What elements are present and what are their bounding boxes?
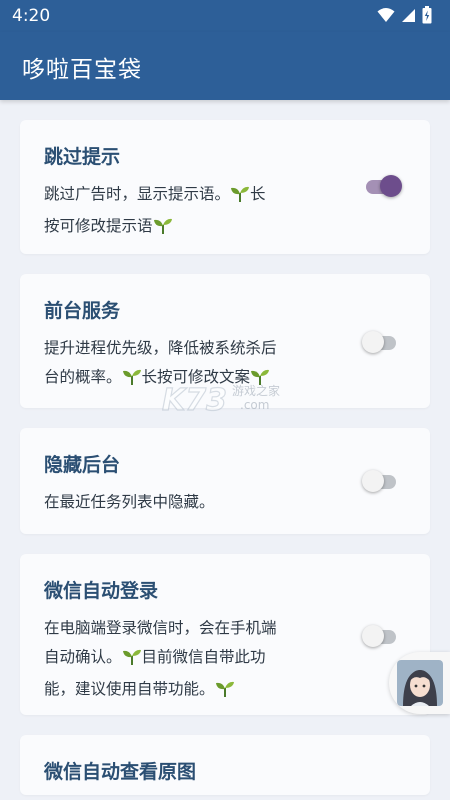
watermark: K73 游戏之家 .com	[161, 378, 292, 424]
setting-card-wechat-view-original[interactable]: 微信自动查看原图	[20, 735, 430, 795]
app-bar: 哆啦百宝袋	[0, 32, 450, 100]
setting-title: 微信自动登录	[44, 580, 159, 602]
setting-description: 跳过广告时，显示提示语。长 按可修改提示语	[44, 180, 344, 244]
hide-recents-toggle[interactable]	[362, 470, 398, 492]
signal-icon	[402, 8, 415, 22]
status-bar: 4:20	[0, 0, 450, 32]
sprout-icon	[153, 215, 173, 244]
watermark-brand: K73	[162, 383, 227, 418]
app-title: 哆啦百宝袋	[22, 57, 142, 83]
setting-title: 微信自动查看原图	[44, 761, 197, 783]
sprout-icon	[122, 646, 142, 675]
setting-card-hide-recents[interactable]: 隐藏后台 在最近任务列表中隐藏。	[20, 428, 430, 534]
wechat-auto-login-toggle[interactable]	[362, 625, 398, 647]
setting-title: 前台服务	[44, 300, 121, 322]
toggle-thumb	[362, 470, 384, 492]
setting-title: 隐藏后台	[44, 454, 121, 476]
status-time: 4:20	[12, 6, 51, 26]
skip-tip-toggle[interactable]	[366, 175, 402, 197]
floating-assistant-button[interactable]	[389, 652, 450, 714]
setting-card-wechat-auto-login[interactable]: 微信自动登录 在电脑端登录微信时，会在手机端 自动确认。 目前微信自带此功 能，建…	[20, 554, 430, 715]
setting-description: 在最近任务列表中隐藏。	[44, 493, 215, 511]
wifi-icon	[377, 8, 395, 22]
toggle-thumb	[380, 175, 402, 197]
sprout-icon	[122, 366, 142, 395]
sprout-icon	[215, 678, 235, 707]
toggle-thumb	[362, 331, 384, 353]
watermark-url: .com	[240, 398, 269, 412]
sprout-icon	[230, 183, 250, 212]
setting-title: 跳过提示	[44, 146, 121, 168]
battery-icon	[422, 6, 432, 24]
watermark-logo: K73 游戏之家 .com	[161, 382, 280, 418]
avatar	[397, 660, 443, 706]
watermark-text: 游戏之家	[232, 383, 280, 398]
setting-description: 在电脑端登录微信时，会在手机端 自动确认。 目前微信自带此功 能，建议使用自带功能…	[44, 614, 344, 707]
toggle-thumb	[362, 625, 384, 647]
status-icons	[377, 6, 432, 24]
setting-card-skip-tip[interactable]: 跳过提示 跳过广告时，显示提示语。长 按可修改提示语	[20, 120, 430, 254]
foreground-service-toggle[interactable]	[362, 331, 398, 353]
